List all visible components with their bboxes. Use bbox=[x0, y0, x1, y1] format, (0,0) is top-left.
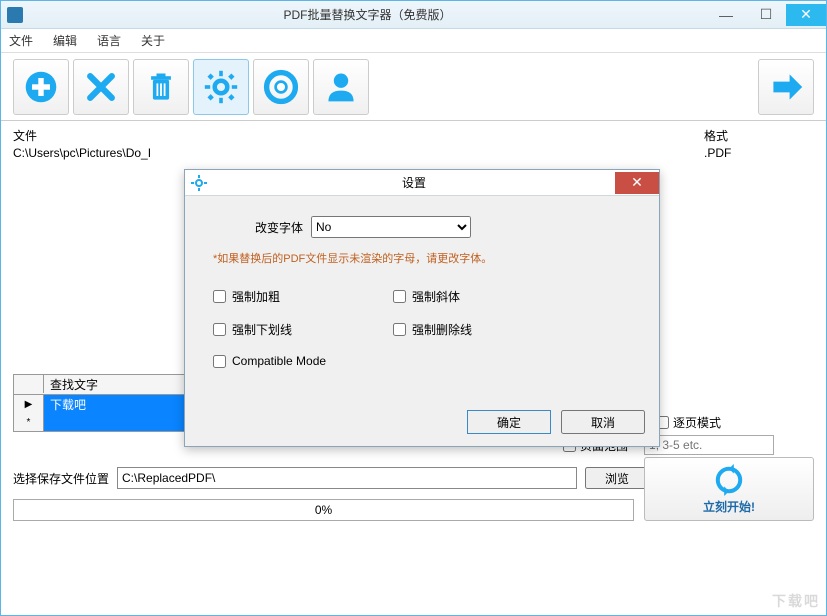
compatible-mode-checkbox[interactable]: Compatible Mode bbox=[213, 354, 393, 368]
app-icon bbox=[7, 7, 23, 23]
menu-about[interactable]: 关于 bbox=[141, 32, 165, 49]
dialog-close-button[interactable]: ✕ bbox=[615, 172, 659, 194]
main-window: PDF批量替换文字器（免费版） — ☐ ✕ 文件 编辑 语言 关于 文件 格式 … bbox=[0, 0, 827, 616]
force-underline-checkbox[interactable]: 强制下划线 bbox=[213, 321, 393, 338]
dialog-ok-button[interactable]: 确定 bbox=[467, 410, 551, 434]
remove-button[interactable] bbox=[73, 59, 129, 115]
help-button[interactable] bbox=[253, 59, 309, 115]
force-strike-checkbox[interactable]: 强制删除线 bbox=[393, 321, 573, 338]
clear-button[interactable] bbox=[133, 59, 189, 115]
settings-button[interactable] bbox=[193, 59, 249, 115]
save-location-label: 选择保存文件位置 bbox=[13, 470, 109, 487]
maximize-button[interactable]: ☐ bbox=[746, 4, 786, 26]
settings-dialog: 设置 ✕ 改变字体 No *如果替换后的PDF文件显示未渲染的字母，请更改字体。… bbox=[184, 169, 660, 447]
dialog-hint: *如果替换后的PDF文件显示未渲染的字母，请更改字体。 bbox=[213, 250, 631, 266]
row-new-indicator: * bbox=[14, 413, 44, 431]
refresh-icon bbox=[713, 464, 745, 496]
progress-bar: 0% bbox=[13, 499, 634, 521]
save-path-input[interactable] bbox=[117, 467, 577, 489]
file-row[interactable]: C:\Users\pc\Pictures\Do_I .PDF bbox=[1, 146, 826, 160]
page-range-input[interactable] bbox=[644, 435, 774, 455]
watermark: 下载吧 bbox=[772, 591, 820, 611]
toolbar bbox=[1, 53, 826, 121]
dialog-title: 设置 bbox=[213, 174, 615, 191]
user-button[interactable] bbox=[313, 59, 369, 115]
force-bold-checkbox[interactable]: 强制加粗 bbox=[213, 288, 393, 305]
force-italic-checkbox[interactable]: 强制斜体 bbox=[393, 288, 573, 305]
menu-edit[interactable]: 编辑 bbox=[53, 32, 77, 49]
dialog-cancel-button[interactable]: 取消 bbox=[561, 410, 645, 434]
menu-language[interactable]: 语言 bbox=[97, 32, 121, 49]
close-button[interactable]: ✕ bbox=[786, 4, 826, 26]
page-mode-checkbox[interactable]: 逐页模式 bbox=[656, 414, 721, 431]
row-header-blank bbox=[14, 375, 44, 393]
start-button[interactable]: 立刻开始! bbox=[644, 457, 814, 521]
file-path-cell: C:\Users\pc\Pictures\Do_I bbox=[13, 146, 704, 160]
menu-file[interactable]: 文件 bbox=[9, 32, 33, 49]
minimize-button[interactable]: — bbox=[706, 4, 746, 26]
menubar: 文件 编辑 语言 关于 bbox=[1, 29, 826, 53]
change-font-label: 改变字体 bbox=[255, 219, 303, 236]
next-button[interactable] bbox=[758, 59, 814, 115]
col-format-header: 格式 bbox=[704, 127, 814, 144]
add-button[interactable] bbox=[13, 59, 69, 115]
titlebar: PDF批量替换文字器（免费版） — ☐ ✕ bbox=[1, 1, 826, 29]
browse-button[interactable]: 浏览 bbox=[585, 467, 649, 489]
window-title: PDF批量替换文字器（免费版） bbox=[29, 6, 706, 23]
col-file-header: 文件 bbox=[13, 127, 704, 144]
change-font-select[interactable]: No bbox=[311, 216, 471, 238]
file-table-header: 文件 格式 bbox=[1, 121, 826, 146]
gear-icon bbox=[191, 175, 207, 191]
row-indicator: ▶ bbox=[14, 395, 44, 413]
file-format-cell: .PDF bbox=[704, 146, 814, 160]
